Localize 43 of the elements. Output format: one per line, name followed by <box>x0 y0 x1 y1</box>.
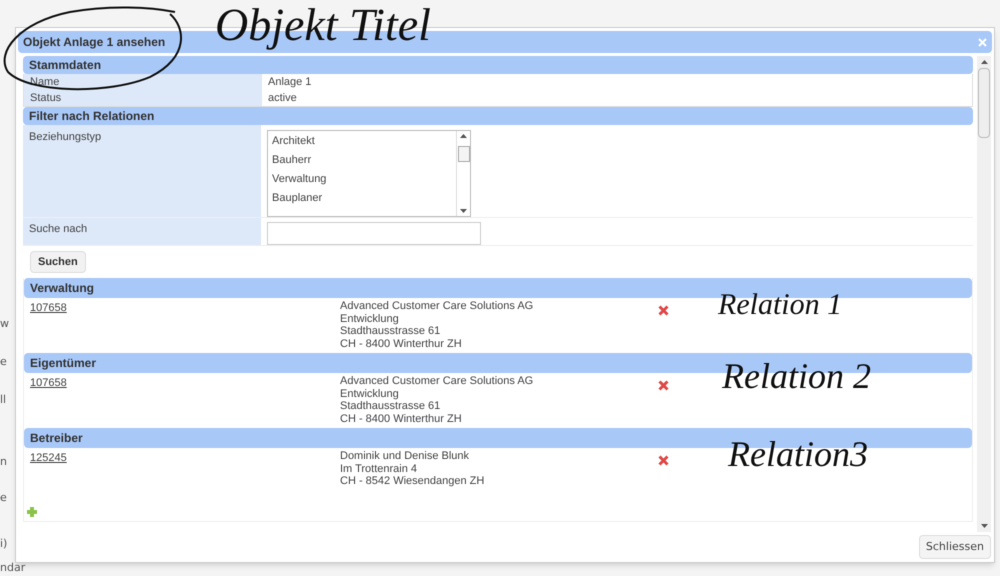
field-label: Suche nach <box>29 223 88 235</box>
dialog-title: Objekt Anlage 1 ansehen <box>23 34 166 51</box>
delete-icon[interactable] <box>658 455 669 466</box>
background-text: ll <box>0 394 6 405</box>
address: Advanced Customer Care Solutions AG Entwicklung Stadthausstrasse 61 CH - 8400 Winterthur ZH <box>340 375 534 426</box>
scrollbar[interactable] <box>456 131 470 216</box>
background-text: w <box>0 318 9 329</box>
relation-type-listbox[interactable]: Architekt Bauherr Verwaltung Bauplaner <box>267 130 471 217</box>
background-text: i) <box>0 538 8 549</box>
scroll-up-icon[interactable] <box>460 134 467 138</box>
field-label: Status <box>24 90 262 106</box>
background-text: e <box>0 492 7 503</box>
search-button[interactable]: Suchen <box>30 251 86 273</box>
scroll-down-icon[interactable] <box>980 524 988 528</box>
field-value: active <box>267 90 298 106</box>
scrollbar-thumb[interactable] <box>978 68 990 138</box>
field-label: Beziehungstyp <box>29 131 102 143</box>
address: Dominik und Denise Blunk Im Trottenrain 4 CH - 8542 Wiesendangen ZH <box>340 450 486 489</box>
relation-id-link[interactable]: 107658 <box>30 302 67 314</box>
background-text: ndar <box>0 562 26 573</box>
field-value: Anlage 1 <box>267 74 312 90</box>
scroll-up-icon[interactable] <box>980 60 988 64</box>
close-button[interactable]: Schliessen <box>918 535 991 559</box>
relation-id-link[interactable]: 107658 <box>30 377 67 389</box>
background-text: e <box>0 356 7 367</box>
field-label: Name <box>24 74 262 90</box>
delete-icon[interactable] <box>658 380 669 391</box>
scrollbar-thumb[interactable] <box>458 146 470 162</box>
relation-id-link[interactable]: 125245 <box>30 452 67 464</box>
section-header: Filter nach Relationen <box>23 107 973 125</box>
listbox-option[interactable]: Bauplaner <box>272 191 456 205</box>
background-text: n <box>0 456 7 467</box>
delete-icon[interactable] <box>658 305 669 316</box>
search-field[interactable] <box>267 222 481 245</box>
listbox-option[interactable]: Architekt <box>272 134 456 148</box>
listbox-option[interactable]: Verwaltung <box>272 172 456 186</box>
add-icon[interactable] <box>26 506 38 518</box>
scrollbar[interactable] <box>977 56 991 532</box>
handwritten-note: Objekt Titel <box>215 2 431 48</box>
scroll-down-icon[interactable] <box>460 209 467 213</box>
listbox-option[interactable]: Bauherr <box>272 153 456 167</box>
section-header: Stammdaten <box>23 56 973 74</box>
address: Advanced Customer Care Solutions AG Entwicklung Stadthausstrasse 61 CH - 8400 Winterthur ZH <box>340 300 534 352</box>
